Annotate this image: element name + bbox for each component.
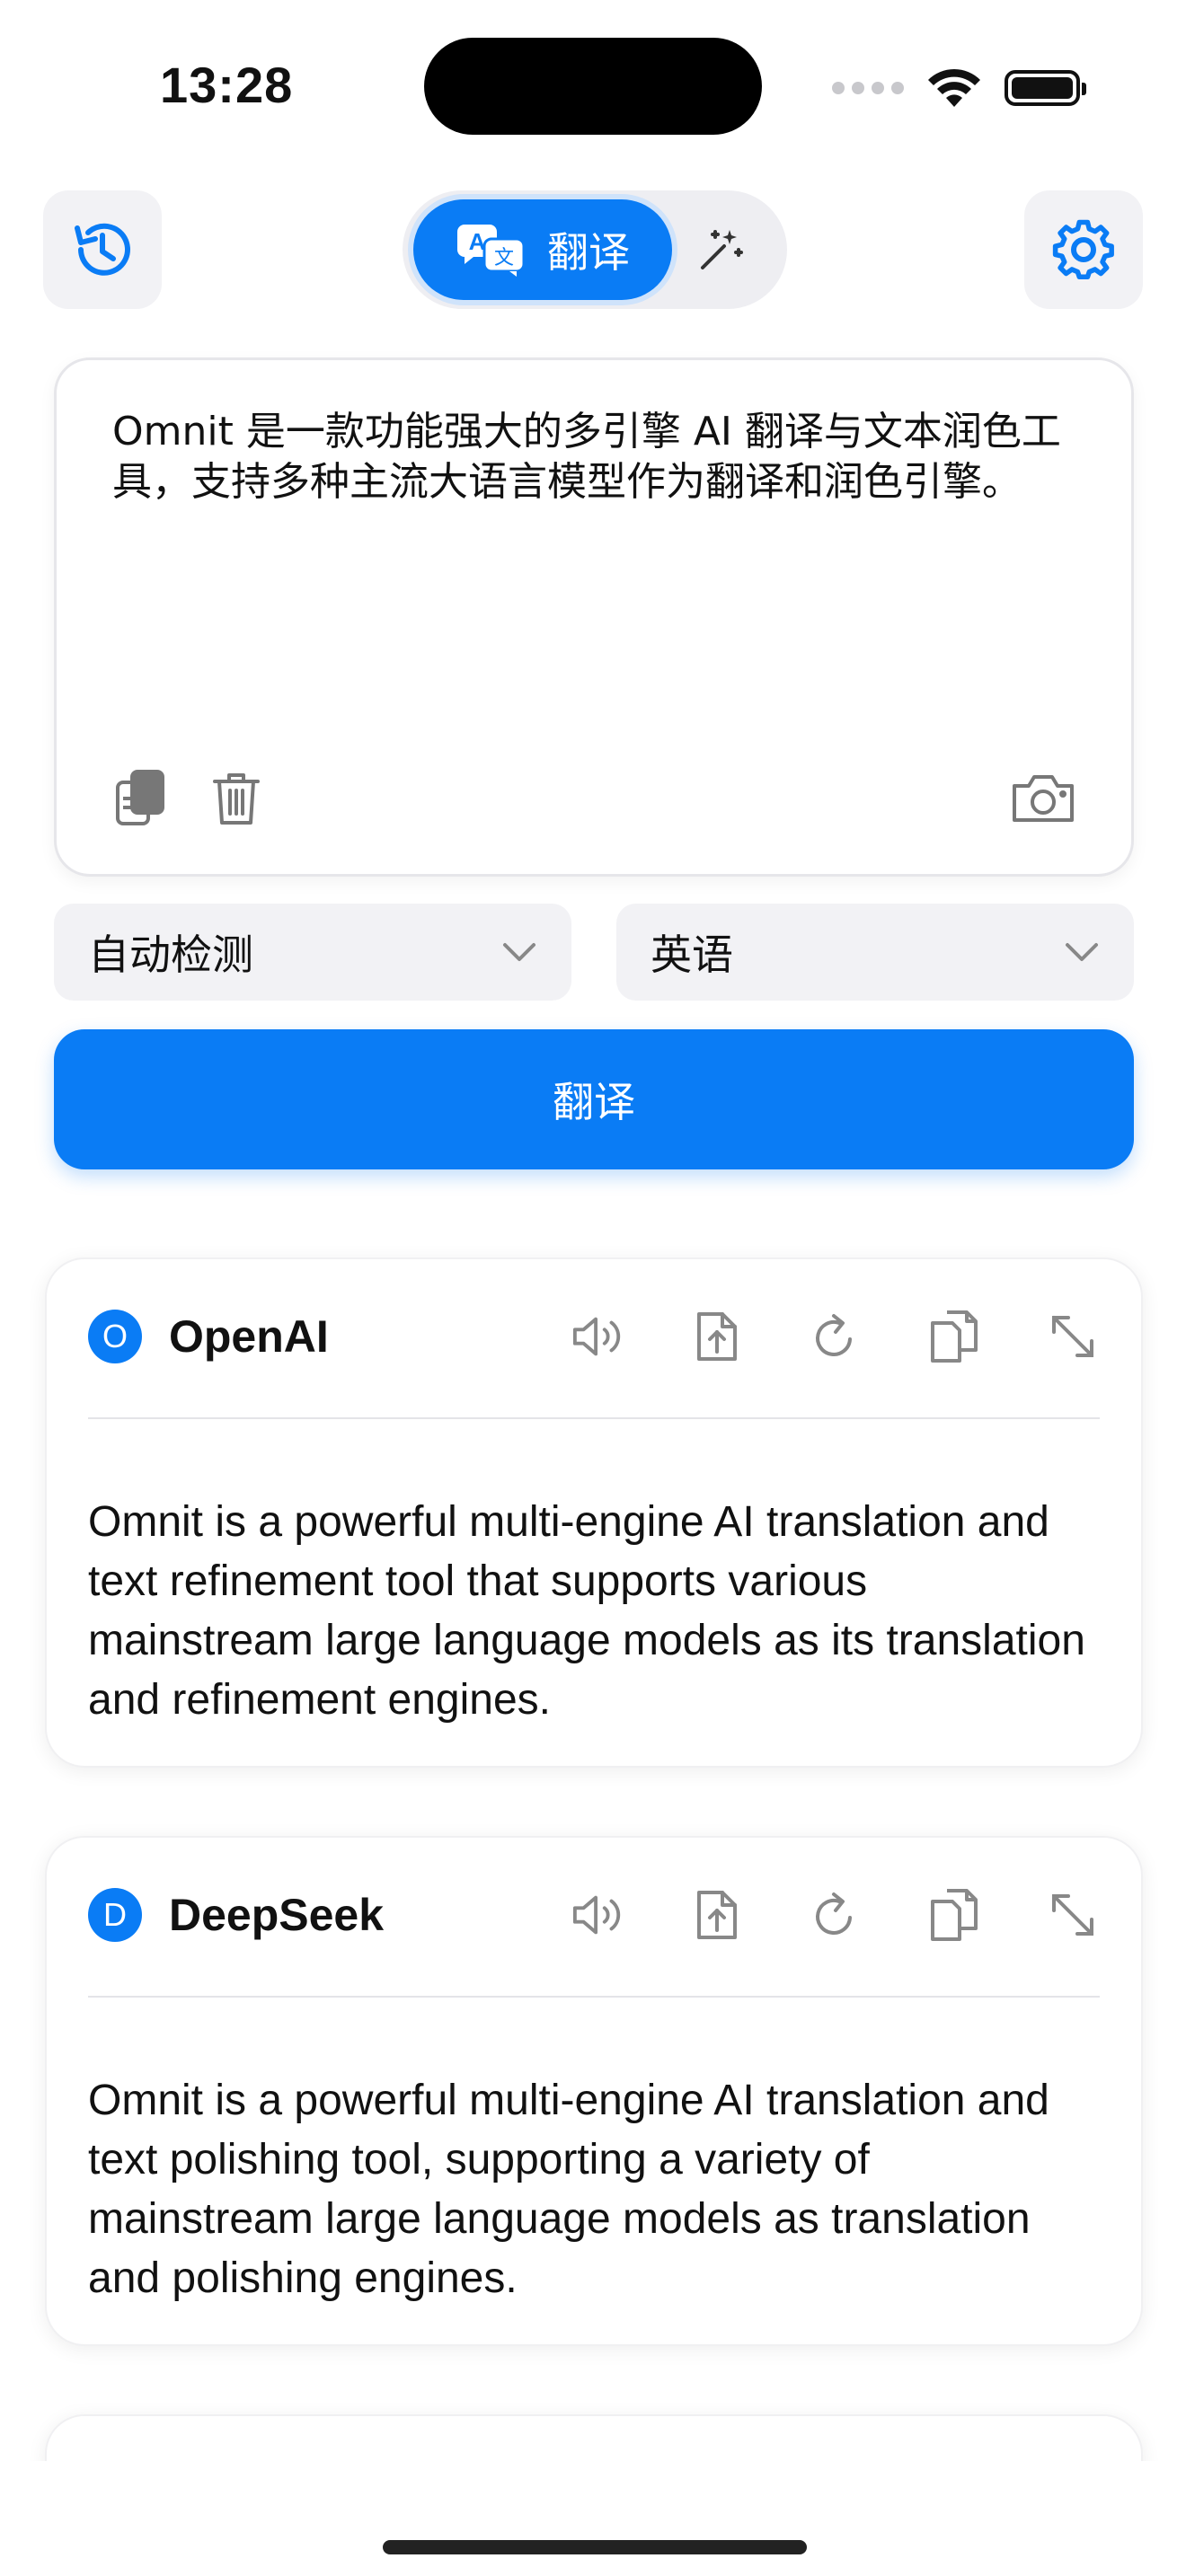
refresh-icon [816,1892,852,1935]
status-indicators [832,63,1086,113]
expand-button[interactable] [1046,1310,1100,1363]
source-language-select[interactable]: 自动检测 [54,904,571,1001]
card-divider [88,1417,1100,1419]
trash-icon [213,773,260,825]
translate-icon: A 文 [457,225,526,277]
expand-button[interactable] [1046,1888,1100,1942]
chevron-down-icon [503,943,535,961]
speak-button[interactable] [571,1310,625,1363]
engine-badge: O [88,1310,142,1363]
svg-text:文: 文 [494,247,514,269]
source-language-label: 自动检测 [88,931,253,979]
translation-result-text: Omnit is a powerful multi-engine AI tran… [88,2077,1049,2302]
export-button[interactable] [690,1310,744,1363]
translate-button[interactable]: 翻译 [54,1029,1134,1169]
mode-translate-label: 翻译 [547,229,630,276]
copy-button[interactable] [927,1888,981,1942]
battery-icon [1005,70,1086,106]
target-language-select[interactable]: 英语 [616,904,1134,1001]
paste-icon [116,770,164,825]
bottom-fade [0,2461,1186,2576]
export-icon [697,1312,737,1361]
home-indicator[interactable] [383,2540,807,2554]
result-card-deepseek: D DeepSeek Omnit is a powerful multi-eng… [45,1836,1143,2346]
chevron-down-icon [1066,943,1098,961]
mode-translate-button[interactable]: A 文 翻译 [413,199,672,300]
cellular-dots-icon [832,82,904,94]
history-button[interactable] [43,190,162,309]
camera-icon [1013,775,1074,822]
mode-switch[interactable]: A 文 翻译 [403,190,787,309]
mode-polish-button[interactable] [694,223,748,277]
paste-button[interactable] [112,770,170,827]
camera-button[interactable] [1011,770,1075,827]
card-tools [571,1310,1100,1363]
engine-badge: D [88,1888,142,1942]
history-clock-icon [75,223,130,276]
refresh-icon [816,1314,852,1356]
engine-name: DeepSeek [169,1890,385,1940]
engine-name: OpenAI [169,1311,329,1362]
export-icon [697,1891,737,1939]
copy-button[interactable] [927,1310,981,1363]
input-card: Omnit 是一款功能强大的多引擎 AI 翻译与文本润色工具，支持多种主流大语言… [54,357,1134,877]
retry-button[interactable] [809,1888,863,1942]
copy-icon [931,1889,978,1941]
expand-icon [1052,1894,1093,1936]
result-card-openai: O OpenAI Omnit is a powerful multi-engin… [45,1257,1143,1768]
speaker-icon [572,1895,621,1935]
input-actions [112,770,265,827]
export-button[interactable] [690,1888,744,1942]
translation-result-text: Omnit is a powerful multi-engine AI tran… [88,1498,1085,1724]
target-language-label: 英语 [651,931,733,979]
speaker-icon [572,1317,621,1356]
dynamic-island [424,38,762,135]
wifi-icon [928,68,980,107]
result-card-header: O OpenAI [88,1299,1100,1374]
card-tools [571,1888,1100,1942]
gear-icon [1052,219,1114,280]
status-time: 13:28 [160,57,294,113]
settings-button[interactable] [1024,190,1143,309]
expand-icon [1052,1316,1093,1357]
clear-button[interactable] [208,770,265,827]
magic-wand-icon [701,230,743,269]
source-text-input[interactable]: Omnit 是一款功能强大的多引擎 AI 翻译与文本润色工具，支持多种主流大语言… [112,407,1083,507]
copy-icon [931,1310,978,1363]
speak-button[interactable] [571,1888,625,1942]
result-card-header: D DeepSeek [88,1877,1100,1953]
retry-button[interactable] [809,1310,863,1363]
card-divider [88,1996,1100,1998]
